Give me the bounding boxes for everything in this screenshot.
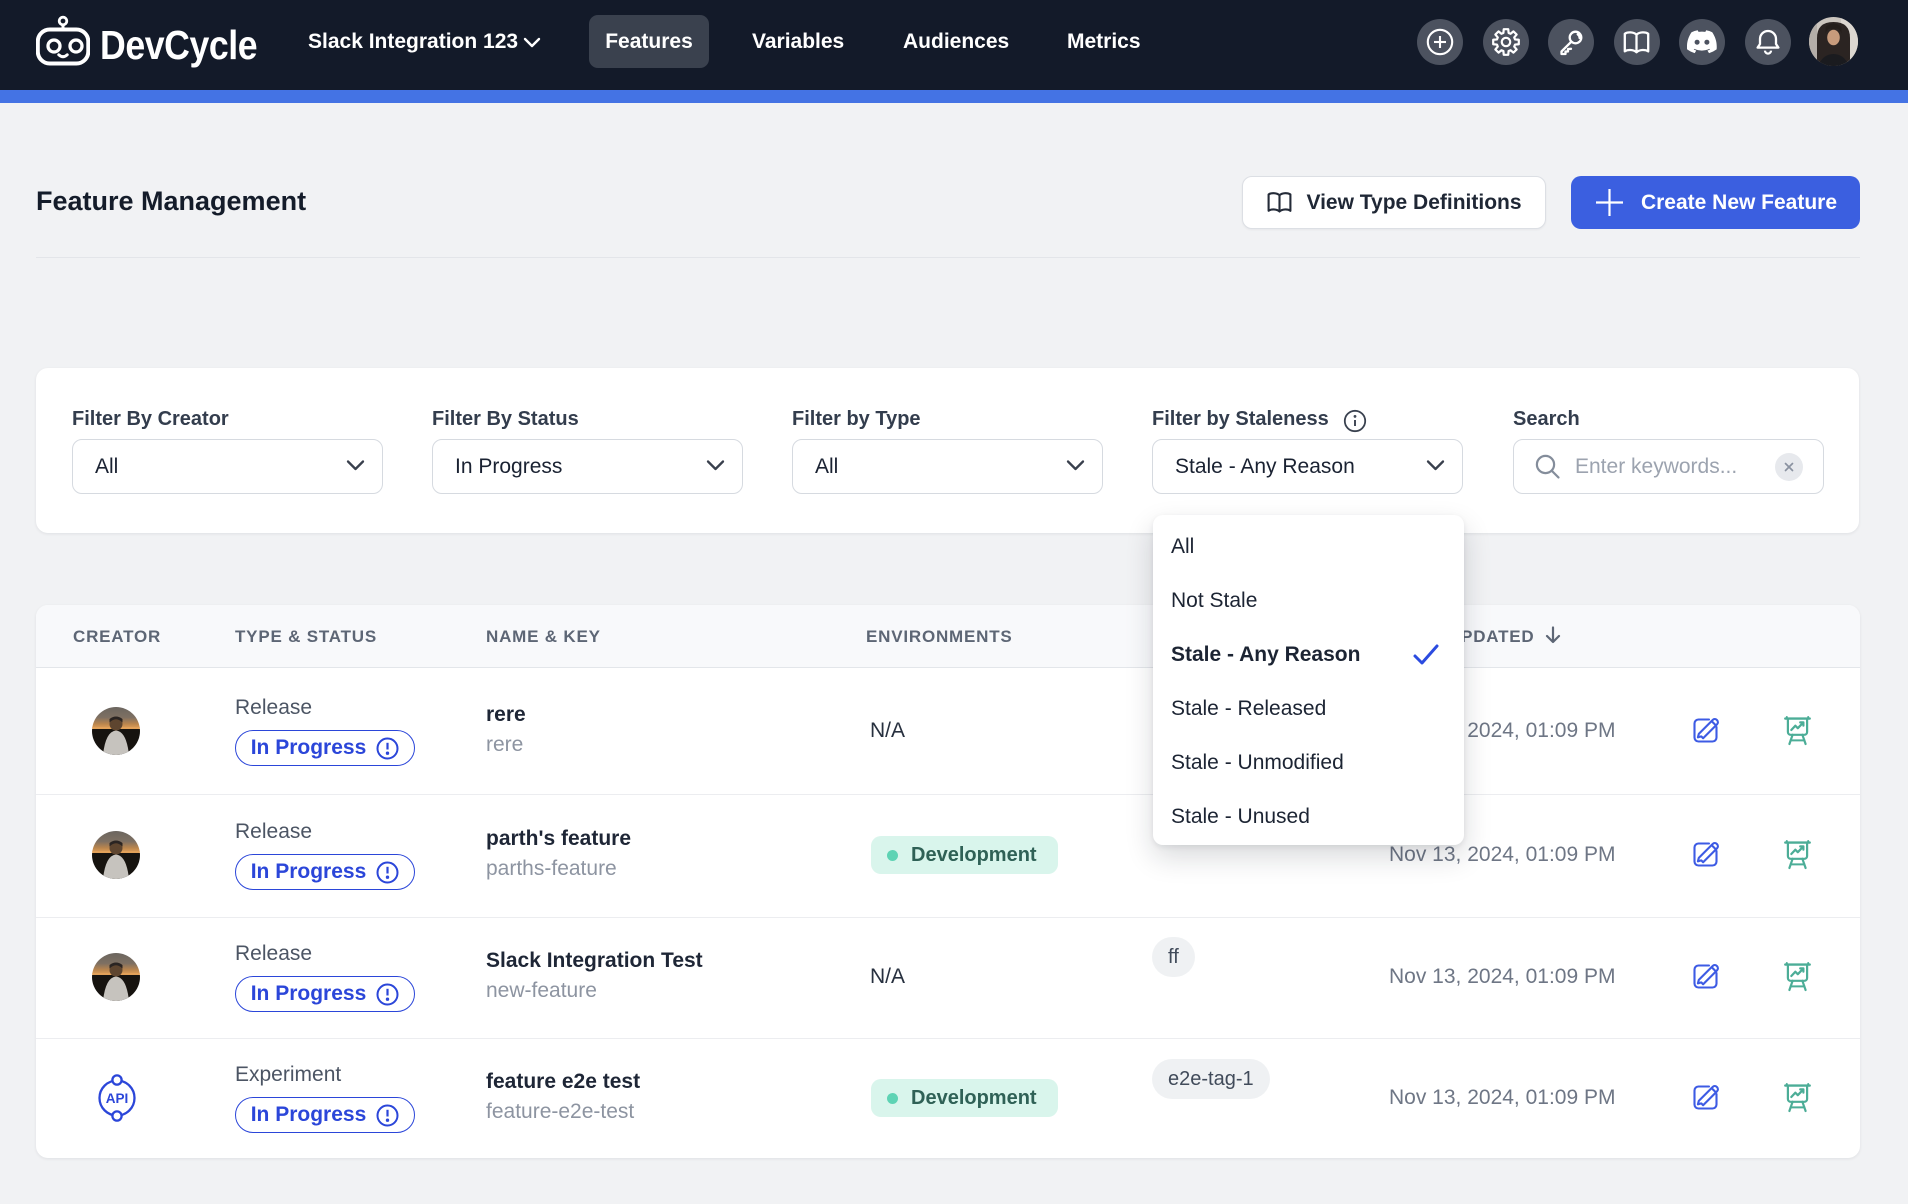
svg-text:API: API	[106, 1091, 129, 1106]
